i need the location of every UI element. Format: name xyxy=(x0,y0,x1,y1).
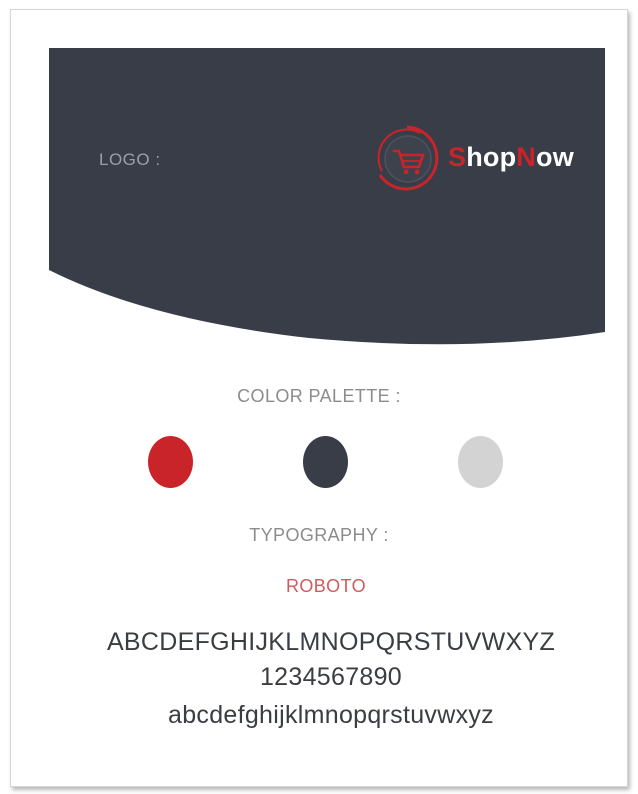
shopping-cart-icon xyxy=(377,125,439,191)
logo-label: LOGO : xyxy=(99,150,161,169)
header-banner xyxy=(49,48,605,348)
brand-logo: ShopNow xyxy=(372,123,592,193)
digits-sample: 1234567890 xyxy=(259,663,403,691)
brand-name-ow: ow xyxy=(536,142,574,172)
brand-name-n: N xyxy=(516,142,536,172)
uppercase-sample: ABCDEFGHIJKLMNOPQRSTUVWXYZ xyxy=(106,628,556,656)
color-swatch-dark xyxy=(303,436,348,488)
brand-name-hop: hop xyxy=(466,142,517,172)
typography-title: TYPOGRAPHY : xyxy=(249,525,389,545)
color-swatch-red xyxy=(148,436,193,488)
font-name: ROBOTO xyxy=(285,576,367,596)
lowercase-sample: abcdefghijklmnopqrstuvwxyz xyxy=(167,701,494,729)
brand-name: ShopNow xyxy=(448,142,574,173)
color-palette-title: COLOR PALETTE : xyxy=(237,386,401,406)
brand-name-s: S xyxy=(448,142,467,172)
color-swatch-light xyxy=(458,436,503,488)
